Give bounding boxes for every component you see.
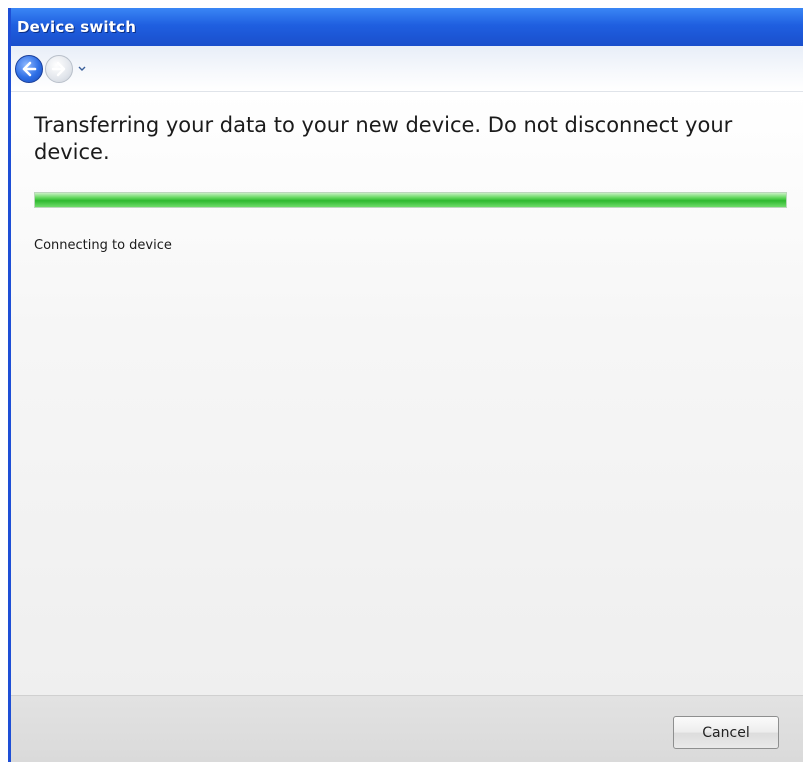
window-title: Device switch (17, 18, 137, 36)
transfer-progress-bar (34, 192, 787, 208)
forward-arrow-icon (51, 61, 66, 76)
title-bar: Device switch (11, 8, 803, 46)
cancel-button[interactable]: Cancel (673, 716, 779, 749)
transfer-heading: Transferring your data to your new devic… (34, 113, 733, 164)
device-switch-window: Device switch Transferring your data to … (8, 8, 803, 762)
status-text: Connecting to device (34, 238, 172, 253)
back-button[interactable] (15, 54, 43, 83)
main-content: Transferring your data to your new devic… (11, 92, 803, 695)
back-arrow-icon (22, 61, 37, 76)
navigation-bar (11, 46, 803, 92)
progress-bar-fill (35, 193, 786, 207)
chevron-down-icon (78, 66, 86, 71)
button-footer: Cancel (11, 695, 803, 762)
recent-pages-dropdown[interactable] (77, 64, 87, 74)
forward-button[interactable] (45, 54, 73, 83)
